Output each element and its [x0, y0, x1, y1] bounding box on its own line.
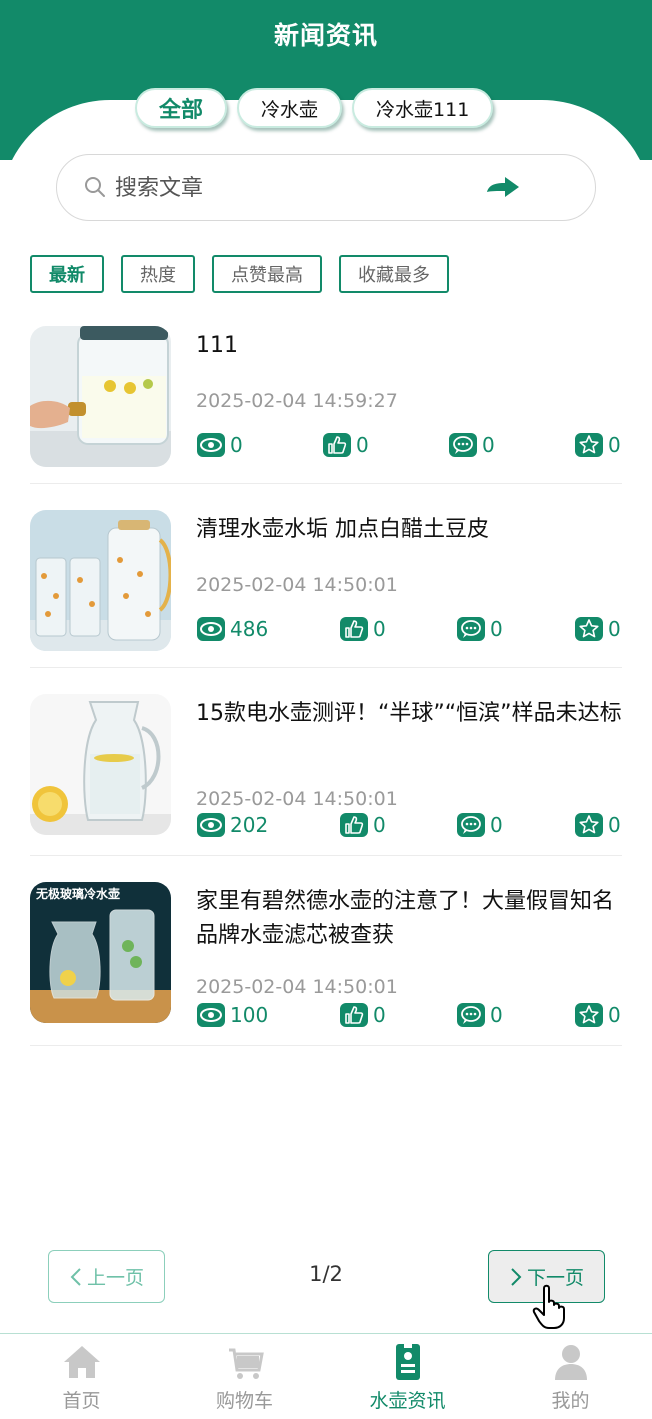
favorites-count: 0	[608, 1003, 621, 1027]
article-thumbnail	[30, 326, 171, 467]
favorites-stat: 0	[574, 812, 621, 838]
article-thumbnail	[30, 694, 171, 835]
comments-count: 0	[490, 1003, 503, 1027]
star-icon	[575, 1003, 603, 1027]
nav-cart[interactable]: 购物车	[163, 1334, 326, 1419]
sort-tabs: 最新 热度 点赞最高 收藏最多	[30, 255, 449, 293]
likes-count: 0	[373, 813, 386, 837]
favorites-stat: 0	[574, 432, 621, 458]
nav-profile-label: 我的	[551, 1390, 590, 1412]
user-icon	[554, 1345, 587, 1380]
chevron-right-icon	[511, 1267, 522, 1286]
article-thumbnail: 无极玻璃冷水壶	[30, 882, 171, 1023]
arrow-right-icon[interactable]	[483, 175, 523, 201]
search-icon	[85, 177, 105, 197]
nav-news[interactable]: 水壶资讯	[326, 1334, 489, 1419]
favorites-stat: 0	[574, 616, 621, 642]
likes-stat: 0	[339, 1002, 386, 1028]
views-stat: 100	[196, 1002, 268, 1028]
thumbs-up-icon	[340, 1003, 368, 1027]
comments-stat: 0	[456, 812, 503, 838]
thumbs-up-icon	[340, 813, 368, 837]
comment-icon	[457, 813, 485, 837]
article-date: 2025-02-04 14:59:27	[196, 390, 398, 412]
article-item[interactable]: 无极玻璃冷水壶 家里有碧然德水壶的注意了！大量假冒知名品牌水壶滤芯被查获 202…	[30, 882, 622, 1046]
views-stat: 0	[196, 432, 243, 458]
likes-count: 0	[373, 1003, 386, 1027]
comments-stat: 0	[456, 616, 503, 642]
page-indicator: 1/2	[309, 1262, 343, 1286]
nav-home-label: 首页	[62, 1390, 101, 1412]
article-title: 15款电水壶测评！“半球”“恒滨”样品未达标	[196, 701, 622, 726]
likes-stat: 0	[339, 616, 386, 642]
article-date: 2025-02-04 14:50:01	[196, 788, 398, 810]
cart-icon	[228, 1348, 264, 1379]
article-item[interactable]: 15款电水壶测评！“半球”“恒滨”样品未达标 2025-02-04 14:50:…	[30, 694, 622, 856]
views-count: 0	[230, 433, 243, 457]
comments-count: 0	[490, 617, 503, 641]
comment-icon	[457, 1003, 485, 1027]
article-title: 清理水壶水垢 加点白醋土豆皮	[196, 517, 489, 542]
nav-profile[interactable]: 我的	[489, 1334, 652, 1419]
comments-count: 0	[482, 433, 495, 457]
favorites-stat: 0	[574, 1002, 621, 1028]
views-stat: 202	[196, 812, 268, 838]
views-stat: 486	[196, 616, 268, 642]
views-count: 202	[230, 813, 269, 837]
hand-cursor-icon	[532, 1284, 565, 1329]
star-icon	[575, 813, 603, 837]
search-bar	[56, 154, 596, 221]
prev-page-label: 上一页	[86, 1267, 144, 1289]
comment-icon	[449, 433, 477, 457]
comment-icon	[457, 617, 485, 641]
article-date: 2025-02-04 14:50:01	[196, 976, 398, 998]
thumbnail-brand-text: 无极玻璃冷水壶	[35, 886, 120, 901]
tab-cold-kettle[interactable]: 冷水壶	[237, 88, 343, 128]
bottom-nav: 首页 购物车 水壶资讯 我的	[0, 1333, 652, 1419]
likes-stat: 0	[339, 812, 386, 838]
eye-icon	[197, 1003, 225, 1027]
likes-count: 0	[356, 433, 369, 457]
nav-news-label: 水壶资讯	[369, 1390, 446, 1412]
star-icon	[575, 617, 603, 641]
search-input[interactable]	[115, 167, 495, 209]
likes-count: 0	[373, 617, 386, 641]
likes-stat: 0	[322, 432, 369, 458]
article-item[interactable]: 111 2025-02-04 14:59:27 0 0 0 0	[30, 326, 622, 484]
eye-icon	[197, 813, 225, 837]
favorites-count: 0	[608, 617, 621, 641]
chevron-left-icon	[70, 1267, 81, 1286]
article-title: 家里有碧然德水壶的注意了！大量假冒知名品牌水壶滤芯被查获	[196, 889, 615, 948]
thumbs-up-icon	[323, 433, 351, 457]
sort-hot[interactable]: 热度	[121, 255, 195, 293]
sort-most-favorited[interactable]: 收藏最多	[339, 255, 449, 293]
sort-latest[interactable]: 最新	[30, 255, 104, 293]
article-title: 111	[196, 333, 238, 358]
page-title: 新闻资讯	[273, 21, 378, 50]
tab-all[interactable]: 全部	[135, 88, 228, 128]
home-icon	[63, 1346, 100, 1378]
comments-stat: 0	[448, 432, 495, 458]
nav-cart-label: 购物车	[215, 1390, 273, 1412]
favorites-count: 0	[608, 813, 621, 837]
tab-cold-kettle-111[interactable]: 冷水壶111	[352, 88, 494, 128]
article-date: 2025-02-04 14:50:01	[196, 574, 398, 596]
article-item[interactable]: 清理水壶水垢 加点白醋土豆皮 2025-02-04 14:50:01 486 0…	[30, 510, 622, 668]
favorites-count: 0	[608, 433, 621, 457]
category-tabs: 全部 冷水壶 冷水壶111	[135, 88, 494, 128]
star-icon	[575, 433, 603, 457]
sort-most-liked[interactable]: 点赞最高	[212, 255, 322, 293]
nav-home[interactable]: 首页	[0, 1334, 163, 1419]
news-icon	[395, 1344, 420, 1380]
article-thumbnail	[30, 510, 171, 651]
comments-stat: 0	[456, 1002, 503, 1028]
comments-count: 0	[490, 813, 503, 837]
eye-icon	[197, 617, 225, 641]
thumbs-up-icon	[340, 617, 368, 641]
prev-page-button[interactable]: 上一页	[48, 1250, 165, 1303]
views-count: 100	[230, 1003, 269, 1027]
views-count: 486	[230, 617, 269, 641]
eye-icon	[197, 433, 225, 457]
